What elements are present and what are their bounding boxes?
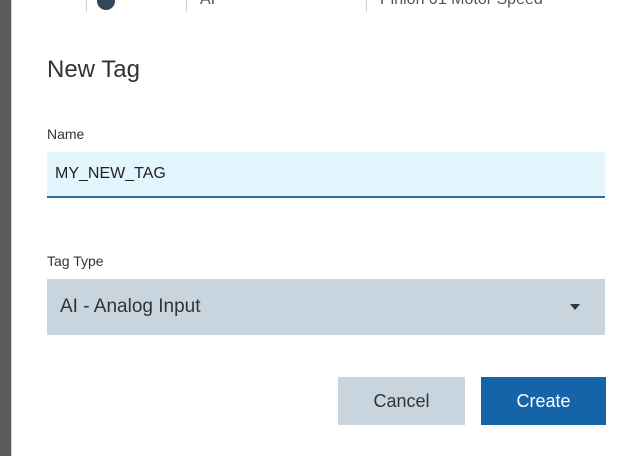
background-cell-type: AI bbox=[200, 0, 215, 9]
new-tag-dialog: New Tag Name Tag Type AI - Analog Input … bbox=[12, 12, 635, 456]
name-label: Name bbox=[47, 126, 85, 142]
create-button[interactable]: Create bbox=[481, 377, 606, 425]
status-icon bbox=[97, 0, 115, 10]
cancel-button[interactable]: Cancel bbox=[338, 377, 465, 425]
column-divider bbox=[86, 0, 87, 12]
column-divider bbox=[186, 0, 187, 12]
tag-type-selected-value: AI - Analog Input bbox=[60, 296, 201, 317]
tag-type-label: Tag Type bbox=[47, 253, 104, 269]
column-divider bbox=[366, 0, 367, 12]
tag-type-select[interactable]: AI - Analog Input bbox=[47, 279, 605, 335]
window-left-edge bbox=[0, 0, 11, 456]
background-cell-description: Pinion 01 Motor Speed bbox=[380, 0, 543, 9]
dialog-title: New Tag bbox=[47, 56, 140, 83]
chevron-down-icon bbox=[570, 304, 580, 310]
name-input[interactable] bbox=[47, 152, 605, 198]
